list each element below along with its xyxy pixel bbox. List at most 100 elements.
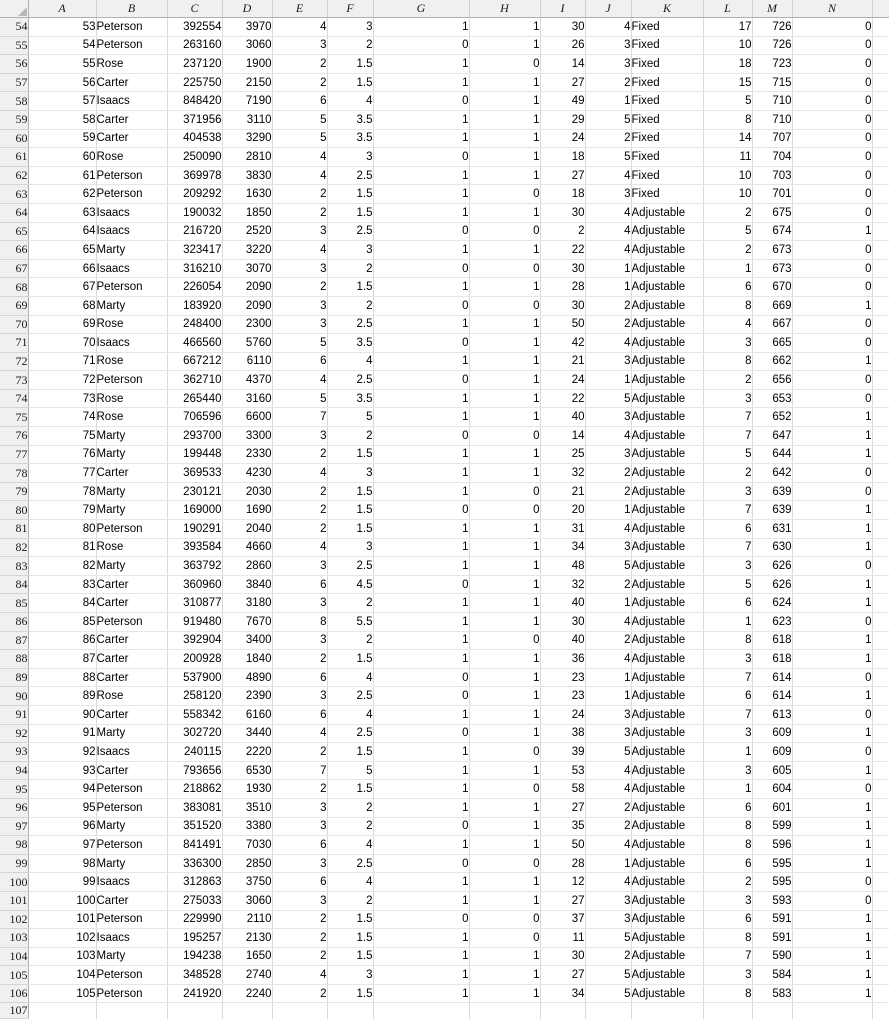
cell-M60[interactable]: 707 <box>752 129 793 149</box>
cell-M71[interactable]: 665 <box>752 333 793 353</box>
cell-O94[interactable] <box>872 761 889 781</box>
cell-G70[interactable]: 1 <box>373 315 470 335</box>
cell-J90[interactable]: 1 <box>585 686 632 706</box>
cell-I67[interactable]: 30 <box>540 259 586 279</box>
cell-E97[interactable]: 3 <box>272 817 328 837</box>
cell-C75[interactable]: 706596 <box>167 407 223 428</box>
cell-B89[interactable]: Carter <box>96 668 168 688</box>
cell-N101[interactable]: 0 <box>792 891 873 911</box>
cell-M98[interactable]: 596 <box>752 835 793 855</box>
cell-C96[interactable]: 383081 <box>167 798 223 818</box>
cell-A69[interactable]: 68 <box>28 296 97 316</box>
row-header[interactable]: 94 <box>0 761 29 781</box>
cell-H73[interactable]: 1 <box>469 370 541 390</box>
cell-I101[interactable]: 27 <box>540 891 586 911</box>
cell-J92[interactable]: 3 <box>585 724 632 744</box>
cell-H70[interactable]: 1 <box>469 315 541 335</box>
cell-K78[interactable]: Adjustable <box>631 463 704 483</box>
cell-N103[interactable]: 1 <box>792 928 873 948</box>
cell-C89[interactable]: 537900 <box>167 668 223 688</box>
cell-A107[interactable] <box>28 1002 97 1019</box>
cell-B91[interactable]: Carter <box>96 705 168 725</box>
cell-K92[interactable]: Adjustable <box>631 724 704 744</box>
row-header[interactable]: 84 <box>0 575 29 595</box>
cell-G61[interactable]: 0 <box>373 147 470 167</box>
cell-J82[interactable]: 3 <box>585 538 632 558</box>
row-header[interactable]: 86 <box>0 612 29 632</box>
row-header[interactable]: 85 <box>0 593 29 613</box>
cell-A98[interactable]: 97 <box>28 835 97 855</box>
row-header[interactable]: 64 <box>0 203 29 223</box>
cell-O97[interactable] <box>872 817 889 837</box>
cell-E105[interactable]: 4 <box>272 965 328 985</box>
cell-N93[interactable]: 0 <box>792 742 873 762</box>
cell-D97[interactable]: 3380 <box>222 817 273 837</box>
cell-I61[interactable]: 18 <box>540 147 586 167</box>
cell-O77[interactable] <box>872 445 889 465</box>
cell-K72[interactable]: Adjustable <box>631 352 704 372</box>
cell-A96[interactable]: 95 <box>28 798 97 818</box>
cell-I68[interactable]: 28 <box>540 277 586 297</box>
cell-B69[interactable]: Marty <box>96 296 168 316</box>
cell-K87[interactable]: Adjustable <box>631 631 704 651</box>
cell-D67[interactable]: 3070 <box>222 259 273 279</box>
cell-B105[interactable]: Peterson <box>96 965 168 985</box>
cell-F96[interactable]: 2 <box>327 798 374 818</box>
cell-G97[interactable]: 0 <box>373 817 470 837</box>
cell-N76[interactable]: 1 <box>792 426 873 446</box>
cell-B71[interactable]: Isaacs <box>96 333 168 353</box>
cell-G64[interactable]: 1 <box>373 203 470 223</box>
cell-J71[interactable]: 4 <box>585 333 632 353</box>
cell-A68[interactable]: 67 <box>28 277 97 297</box>
cell-F85[interactable]: 2 <box>327 593 374 613</box>
cell-E98[interactable]: 6 <box>272 835 328 855</box>
cell-A90[interactable]: 89 <box>28 686 97 706</box>
cell-D54[interactable]: 3970 <box>222 17 273 37</box>
cell-F89[interactable]: 4 <box>327 668 374 688</box>
cell-F66[interactable]: 3 <box>327 240 374 260</box>
cell-H72[interactable]: 1 <box>469 352 541 372</box>
cell-K82[interactable]: Adjustable <box>631 538 704 558</box>
cell-M88[interactable]: 618 <box>752 649 793 669</box>
cell-M82[interactable]: 630 <box>752 538 793 558</box>
row-header[interactable]: 75 <box>0 407 29 428</box>
cell-O69[interactable] <box>872 296 889 316</box>
cell-L69[interactable]: 8 <box>703 296 753 316</box>
column-header-n[interactable]: N <box>792 0 873 18</box>
cell-B77[interactable]: Marty <box>96 445 168 465</box>
cell-E80[interactable]: 2 <box>272 500 328 521</box>
cell-C74[interactable]: 265440 <box>167 389 223 409</box>
cell-M74[interactable]: 653 <box>752 389 793 409</box>
cell-L77[interactable]: 5 <box>703 445 753 465</box>
cell-H87[interactable]: 0 <box>469 631 541 651</box>
cell-O95[interactable] <box>872 779 889 799</box>
cell-D73[interactable]: 4370 <box>222 370 273 390</box>
cell-M75[interactable]: 652 <box>752 407 793 428</box>
cell-A62[interactable]: 61 <box>28 166 97 186</box>
cell-I93[interactable]: 39 <box>540 742 586 762</box>
cell-B97[interactable]: Marty <box>96 817 168 837</box>
cell-O107[interactable] <box>872 1002 889 1019</box>
cell-K60[interactable]: Fixed <box>631 129 704 149</box>
cell-L67[interactable]: 1 <box>703 259 753 279</box>
cell-L74[interactable]: 3 <box>703 389 753 409</box>
cell-J73[interactable]: 1 <box>585 370 632 390</box>
cell-B76[interactable]: Marty <box>96 426 168 446</box>
cell-J76[interactable]: 4 <box>585 426 632 446</box>
cell-E95[interactable]: 2 <box>272 779 328 799</box>
cell-A91[interactable]: 90 <box>28 705 97 725</box>
cell-E100[interactable]: 6 <box>272 872 328 892</box>
cell-K76[interactable]: Adjustable <box>631 426 704 446</box>
cell-A80[interactable]: 79 <box>28 500 97 521</box>
row-header[interactable]: 89 <box>0 668 29 688</box>
cell-C78[interactable]: 369533 <box>167 463 223 483</box>
cell-I72[interactable]: 21 <box>540 352 586 372</box>
cell-N65[interactable]: 1 <box>792 222 873 242</box>
cell-N82[interactable]: 1 <box>792 538 873 558</box>
cell-N69[interactable]: 1 <box>792 296 873 316</box>
cell-C98[interactable]: 841491 <box>167 835 223 855</box>
cell-C77[interactable]: 199448 <box>167 445 223 465</box>
cell-L70[interactable]: 4 <box>703 315 753 335</box>
cell-K71[interactable]: Adjustable <box>631 333 704 353</box>
cell-G56[interactable]: 1 <box>373 54 470 74</box>
